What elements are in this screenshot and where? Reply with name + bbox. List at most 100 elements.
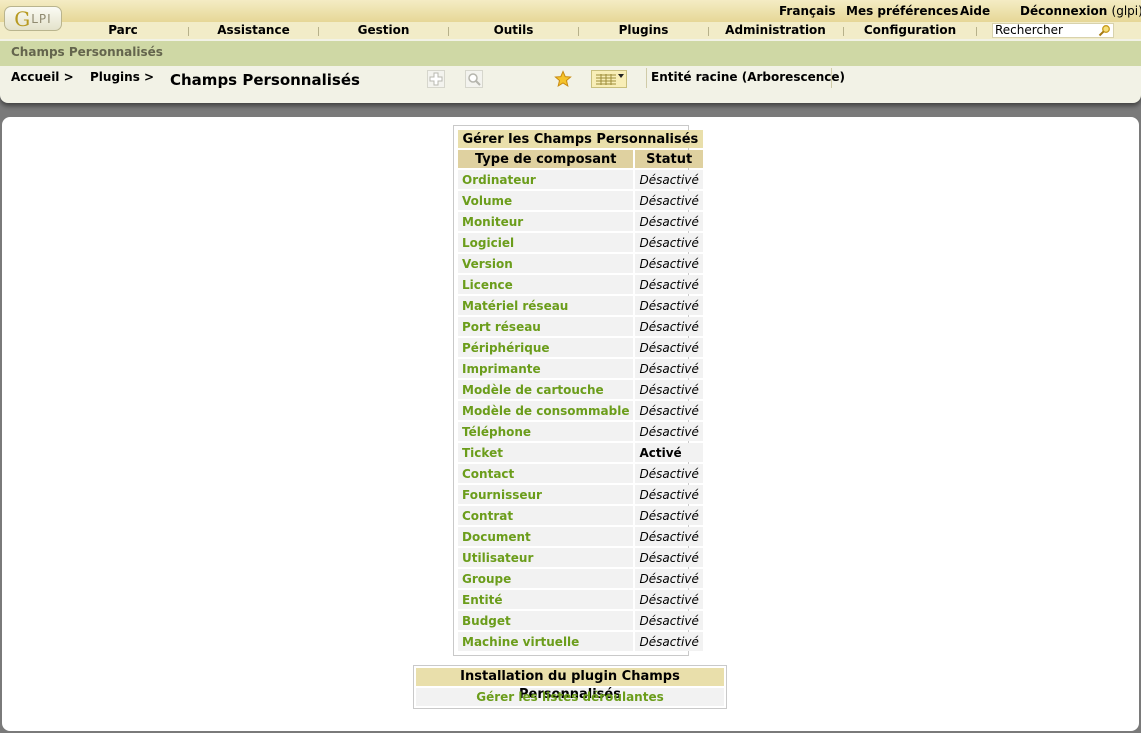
component-cell: Contact [458, 464, 634, 483]
menu-outils[interactable]: Outils [449, 23, 578, 38]
status-cell: Désactivé [635, 170, 703, 189]
table-row: Version Désactivé [458, 254, 703, 273]
status-cell: Désactivé [635, 317, 703, 336]
language-link[interactable]: Français [779, 4, 835, 18]
status-cell: Désactivé [635, 485, 703, 504]
menu-plugins[interactable]: Plugins [579, 23, 708, 38]
search-box [992, 23, 1114, 38]
component-link[interactable]: Licence [462, 278, 513, 292]
breadcrumb-home[interactable]: Accueil > [11, 70, 74, 84]
component-cell: Moniteur [458, 212, 634, 231]
component-link[interactable]: Périphérique [462, 341, 550, 355]
component-link[interactable]: Matériel réseau [462, 299, 568, 313]
menu-configuration[interactable]: Configuration [844, 23, 976, 38]
menu-gestion[interactable]: Gestion [319, 23, 448, 38]
component-cell: Port réseau [458, 317, 634, 336]
glpi-logo[interactable]: G LPI [4, 6, 62, 31]
status-cell: Désactivé [635, 422, 703, 441]
entity-separator [831, 68, 832, 88]
table-row: Entité Désactivé [458, 590, 703, 609]
page-title: Champs Personnalisés [170, 71, 360, 89]
status-cell: Désactivé [635, 359, 703, 378]
table-row: Contact Désactivé [458, 464, 703, 483]
table-row: Logiciel Désactivé [458, 233, 703, 252]
component-cell: Budget [458, 611, 634, 630]
manage-dropdowns-link[interactable]: Gérer les listes déroulantes [476, 690, 663, 704]
search-input[interactable] [994, 24, 1098, 37]
help-link[interactable]: Aide [960, 4, 990, 18]
table-row: Moniteur Désactivé [458, 212, 703, 231]
menu-assistance[interactable]: Assistance [189, 23, 318, 38]
component-link[interactable]: Budget [462, 614, 511, 628]
component-cell: Imprimante [458, 359, 634, 378]
table-row: Groupe Désactivé [458, 569, 703, 588]
table-row: Modèle de cartouche Désactivé [458, 380, 703, 399]
component-cell: Modèle de consommable [458, 401, 634, 420]
menu-parc[interactable]: Parc [58, 23, 188, 38]
status-cell: Désactivé [635, 527, 703, 546]
component-cell: Version [458, 254, 634, 273]
current-user: (glpi) [1111, 4, 1141, 18]
status-cell: Activé [635, 443, 703, 462]
component-link[interactable]: Ticket [462, 446, 503, 460]
table-row: Machine virtuelle Désactivé [458, 632, 703, 651]
status-cell: Désactivé [635, 506, 703, 525]
table-row: Ticket Activé [458, 443, 703, 462]
component-link[interactable]: Groupe [462, 572, 511, 586]
plus-icon[interactable] [427, 70, 445, 88]
component-link[interactable]: Contact [462, 467, 514, 481]
component-link[interactable]: Volume [462, 194, 512, 208]
component-cell: Licence [458, 275, 634, 294]
component-link[interactable]: Ordinateur [462, 173, 536, 187]
component-link[interactable]: Modèle de consommable [462, 404, 629, 418]
menu-administration[interactable]: Administration [709, 23, 842, 38]
component-link[interactable]: Document [462, 530, 531, 544]
component-cell: Volume [458, 191, 634, 210]
table-row: Licence Désactivé [458, 275, 703, 294]
component-link[interactable]: Contrat [462, 509, 513, 523]
status-cell: Désactivé [635, 380, 703, 399]
component-link[interactable]: Machine virtuelle [462, 635, 579, 649]
component-cell: Ticket [458, 443, 634, 462]
section-bar: Champs Personnalisés [0, 41, 1141, 66]
status-cell: Désactivé [635, 401, 703, 420]
status-cell: Désactivé [635, 590, 703, 609]
component-link[interactable]: Port réseau [462, 320, 541, 334]
main-menu: Parc Assistance Gestion Outils Plugins A… [0, 22, 1141, 39]
component-link[interactable]: Logiciel [462, 236, 514, 250]
magnifier-icon[interactable] [465, 70, 483, 88]
component-cell: Contrat [458, 506, 634, 525]
display-preferences-button[interactable] [591, 70, 627, 88]
search-icon[interactable] [1098, 24, 1111, 37]
component-link[interactable]: Téléphone [462, 425, 531, 439]
component-cell: Logiciel [458, 233, 634, 252]
logout-group: Déconnexion (glpi) [1020, 4, 1141, 18]
component-cell: Machine virtuelle [458, 632, 634, 651]
logout-link[interactable]: Déconnexion [1020, 4, 1107, 18]
table-row: Ordinateur Désactivé [458, 170, 703, 189]
install-box: Installation du plugin Champs Personnali… [413, 665, 727, 709]
component-link[interactable]: Fournisseur [462, 488, 542, 502]
table-title: Gérer les Champs Personnalisés [458, 130, 703, 148]
breadcrumb-plugins[interactable]: Plugins > [90, 70, 154, 84]
component-link[interactable]: Moniteur [462, 215, 523, 229]
column-list-icon [596, 74, 624, 85]
component-link[interactable]: Version [462, 257, 513, 271]
component-cell: Ordinateur [458, 170, 634, 189]
component-cell: Matériel réseau [458, 296, 634, 315]
component-cell: Périphérique [458, 338, 634, 357]
table-row: Utilisateur Désactivé [458, 548, 703, 567]
component-link[interactable]: Imprimante [462, 362, 541, 376]
star-icon[interactable] [554, 70, 572, 88]
logo-g: G [14, 6, 31, 31]
page-content: Gérer les Champs Personnalisés Type de c… [2, 117, 1139, 731]
component-link[interactable]: Utilisateur [462, 551, 533, 565]
status-cell: Désactivé [635, 233, 703, 252]
status-cell: Désactivé [635, 254, 703, 273]
component-link[interactable]: Modèle de cartouche [462, 383, 604, 397]
entity-selector[interactable]: Entité racine (Arborescence) [651, 70, 845, 84]
status-cell: Désactivé [635, 296, 703, 315]
preferences-link[interactable]: Mes préférences [846, 4, 958, 18]
header: G LPI Français Mes préférences Aide Décon… [0, 0, 1141, 103]
component-link[interactable]: Entité [462, 593, 502, 607]
